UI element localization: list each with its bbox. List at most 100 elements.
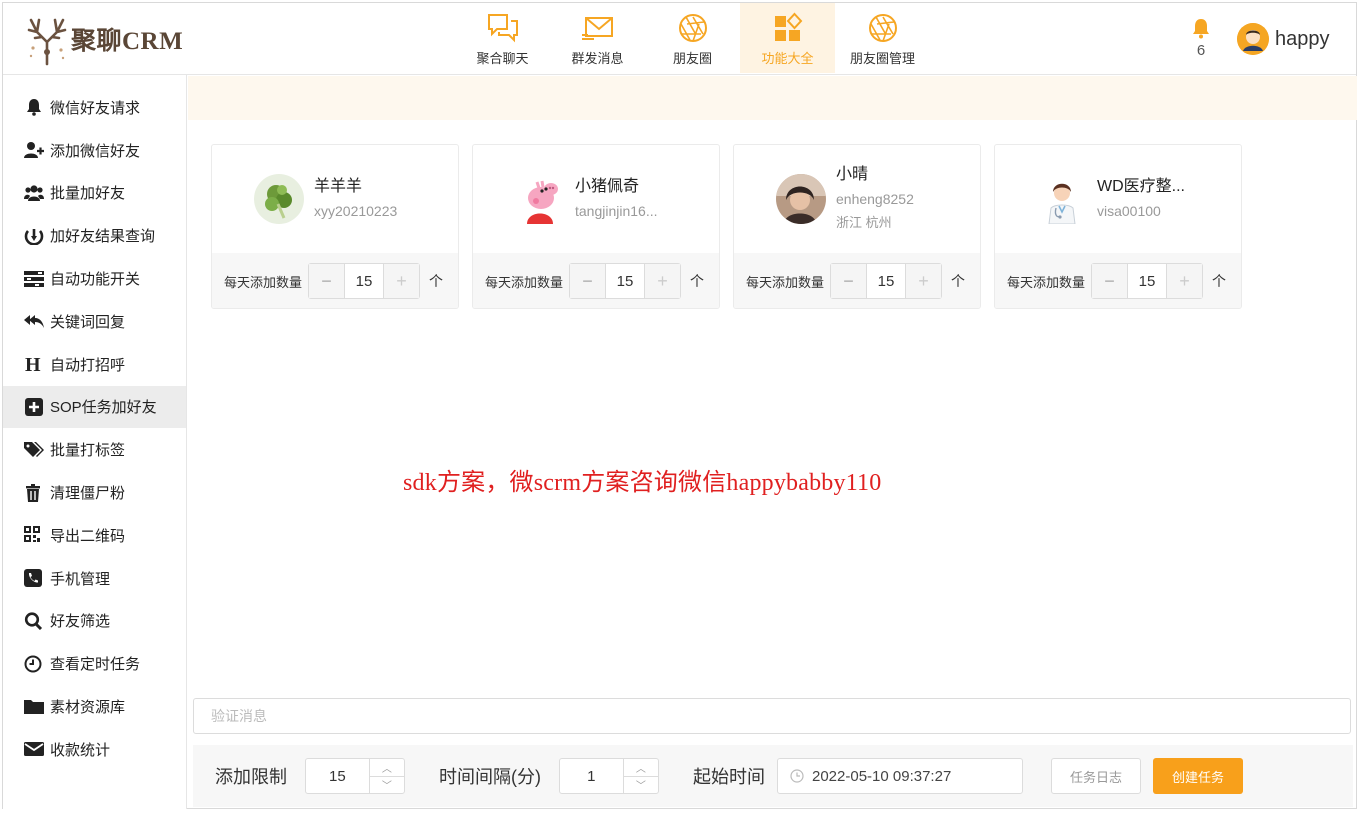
sidebar-item-label: 自动打招呼 (50, 356, 126, 374)
daily-limit-stepper: − 15 + (308, 263, 421, 299)
bell-icon (1193, 19, 1209, 39)
add-limit-input: 15 ︿ ﹀ (305, 758, 405, 794)
nav-label: 朋友圈管理 (849, 51, 915, 66)
sidebar-item-label: 加好友结果查询 (50, 228, 156, 246)
sidebar-item-label: SOP任务加好友 (50, 399, 157, 417)
sidebar-item-add-result-query[interactable]: 加好友结果查询 (3, 214, 186, 257)
start-time-picker[interactable]: 2022-05-10 09:37:27 (777, 758, 1023, 794)
app-window: 聚聊CRM 聚合聊天 群发消息 朋友圈 功能大全 朋友圈管理 6 happy 微… (2, 2, 1357, 809)
chevron-down-icon[interactable]: ﹀ (624, 777, 658, 794)
daily-limit-value[interactable]: 15 (345, 264, 383, 298)
task-log-button[interactable]: 任务日志 (1051, 758, 1141, 794)
chevron-up-icon[interactable]: ︿ (623, 759, 658, 777)
chevron-up-icon[interactable]: ︿ (369, 759, 404, 777)
sidebar-item-label: 批量打标签 (50, 442, 126, 460)
sidebar-item-phone-manage[interactable]: 手机管理 (3, 557, 186, 600)
sidebar-item-payment-stats[interactable]: 收款统计 (3, 728, 186, 771)
sidebar-item-label: 自动功能开关 (50, 271, 141, 289)
interval-value[interactable]: 1 (560, 759, 623, 793)
sidebar-item-material-library[interactable]: 素材资源库 (3, 685, 186, 728)
sidebar-item-scheduled-tasks[interactable]: 查看定时任务 (3, 642, 186, 685)
chevron-down-icon[interactable]: ﹀ (370, 777, 404, 794)
photo-avatar-icon (776, 174, 826, 224)
sidebar-item-label: 清理僵尸粉 (50, 485, 126, 503)
daily-limit-value[interactable]: 15 (1128, 264, 1166, 298)
nav-aggregate-chat[interactable]: 聚合聊天 (455, 3, 550, 73)
sidebar-item-friend-filter[interactable]: 好友筛选 (3, 600, 186, 643)
sidebar-item-keyword-reply[interactable]: 关键词回复 (3, 300, 186, 343)
daily-limit-label: 每天添加数量 (224, 274, 303, 290)
qrcode-icon (24, 526, 40, 543)
plus-square-icon (25, 397, 43, 416)
bell-icon (27, 99, 41, 117)
account-card[interactable]: 小晴 enheng8252 浙江 杭州 每天添加数量 − 15 + 个 (733, 144, 981, 309)
account-card-info: 小猪佩奇 tangjinjin16... (473, 145, 719, 253)
add-limit-value[interactable]: 15 (306, 759, 369, 793)
sidebar-item-label: 批量加好友 (50, 185, 126, 203)
daily-limit-value[interactable]: 15 (867, 264, 905, 298)
sidebar-item-batch-tag[interactable]: 批量打标签 (3, 428, 186, 471)
sidebar-item-auto-switch[interactable]: 自动功能开关 (3, 257, 186, 300)
increment-button[interactable]: + (1166, 264, 1203, 298)
daily-limit-row: 每天添加数量 − 15 + 个 (734, 253, 980, 308)
decrement-button[interactable]: − (570, 264, 607, 298)
nav-all-features[interactable]: 功能大全 (740, 3, 835, 73)
nav-moments-manage[interactable]: 朋友圈管理 (835, 3, 930, 73)
antler-logo-icon (27, 18, 67, 66)
sidebar-item-sop-add-friend[interactable]: SOP任务加好友 (3, 385, 186, 429)
phone-icon (24, 569, 42, 588)
logo[interactable]: 聚聊CRM (25, 11, 183, 67)
chat-bubbles-icon (487, 14, 518, 43)
increment-button[interactable]: + (644, 264, 681, 298)
increment-button[interactable]: + (905, 264, 942, 298)
feature-grid-icon (774, 12, 802, 41)
add-user-icon (24, 142, 44, 159)
clock-icon (24, 655, 42, 673)
increment-button[interactable]: + (383, 264, 420, 298)
decrement-button[interactable]: − (1092, 264, 1129, 298)
account-card[interactable]: WD医疗整... visa00100 每天添加数量 − 15 + 个 (994, 144, 1242, 309)
account-wxid: enheng8252 (836, 191, 914, 207)
folder-icon (24, 699, 44, 714)
sidebar-item-export-qrcode[interactable]: 导出二维码 (3, 514, 186, 557)
account-location: 浙江 杭州 (836, 215, 892, 230)
sidebar-item-batch-add[interactable]: 批量加好友 (3, 172, 186, 215)
avatar (1237, 23, 1269, 55)
sidebar-item-auto-greet[interactable]: H 自动打招呼 (3, 343, 186, 386)
users-icon (24, 185, 44, 201)
avatar (776, 174, 826, 224)
account-card[interactable]: 小猪佩奇 tangjinjin16... 每天添加数量 − 15 + 个 (472, 144, 720, 309)
daily-limit-stepper: − 15 + (569, 263, 682, 299)
account-card[interactable]: 羊羊羊 xyy20210223 每天添加数量 − 15 + 个 (211, 144, 459, 309)
sidebar-item-label: 收款统计 (50, 741, 111, 759)
unit-label: 个 (1212, 273, 1227, 289)
decrement-button[interactable]: − (831, 264, 868, 298)
avatar (515, 174, 565, 224)
nav-label: 聚合聊天 (476, 51, 529, 66)
plant-avatar-icon (254, 174, 304, 224)
sidebar-item-label: 素材资源库 (50, 699, 126, 717)
sidebar-item-label: 手机管理 (50, 570, 111, 588)
username: happy (1275, 27, 1330, 50)
search-icon (24, 612, 43, 630)
account-name: WD医疗整... (1097, 178, 1185, 195)
create-task-button[interactable]: 创建任务 (1153, 758, 1243, 794)
nav-moments[interactable]: 朋友圈 (645, 3, 740, 73)
envelope-icon (24, 742, 44, 757)
sidebar-item-label: 添加微信好友 (50, 142, 141, 160)
svg-text:H: H (25, 355, 41, 373)
user-menu[interactable]: happy (1237, 23, 1330, 55)
nav-mass-message[interactable]: 群发消息 (550, 3, 645, 73)
daily-limit-value[interactable]: 15 (606, 264, 644, 298)
sidebar-item-add-friend[interactable]: 添加微信好友 (3, 129, 186, 172)
aperture-icon (868, 14, 897, 42)
notification-bell[interactable]: 6 (1187, 17, 1215, 59)
sidebar-item-friend-requests[interactable]: 微信好友请求 (3, 86, 186, 129)
decrement-button[interactable]: − (309, 264, 346, 298)
sidebar-item-clean-zombie[interactable]: 清理僵尸粉 (3, 471, 186, 514)
account-wxid: xyy20210223 (314, 203, 398, 219)
user-avatar-icon (1237, 23, 1269, 55)
add-limit-label: 添加限制 (215, 767, 287, 787)
sidebar-item-label: 关键词回复 (50, 313, 126, 331)
verify-message-input[interactable]: 验证消息 (193, 698, 1351, 734)
